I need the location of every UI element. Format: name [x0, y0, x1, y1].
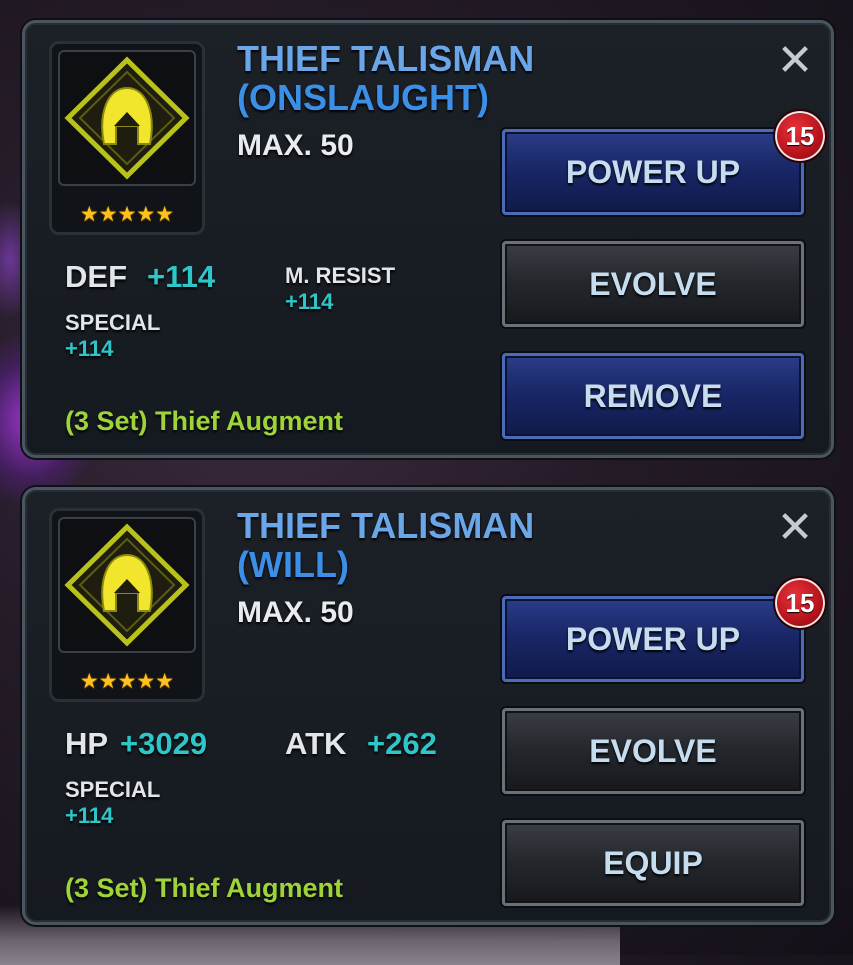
max-level-label: MAX. 50 [237, 129, 354, 162]
item-title: THIEF TALISMAN (ONSLAUGHT) [237, 39, 537, 117]
talisman-card-onslaught: ★★★★★ THIEF TALISMAN (ONSLAUGHT) MAX. 50… [22, 20, 834, 458]
thief-talisman-icon [58, 517, 196, 653]
stat-special-label: SPECIAL [65, 310, 161, 335]
item-title-line1: THIEF TALISMAN [237, 505, 535, 546]
talisman-icon-frame: ★★★★★ [49, 508, 205, 702]
equip-button[interactable]: EQUIP [502, 820, 804, 906]
stat-special-label: SPECIAL [65, 777, 161, 802]
rarity-stars: ★★★★★ [79, 202, 175, 226]
item-title-line2: (ONSLAUGHT) [237, 77, 489, 118]
stat-def-label: DEF [65, 259, 127, 294]
item-title: THIEF TALISMAN (WILL) [237, 506, 537, 584]
talisman-icon-frame: ★★★★★ [49, 41, 205, 235]
stat-hp-label: HP [65, 726, 109, 761]
evolve-button[interactable]: EVOLVE [502, 241, 804, 327]
power-up-count-badge: 15 [773, 576, 827, 630]
item-title-line2: (WILL) [237, 544, 349, 585]
item-title-line1: THIEF TALISMAN [237, 38, 535, 79]
stat-special-value: +114 [65, 803, 114, 828]
stat-atk-value: +262 [367, 726, 437, 761]
power-up-button[interactable]: POWER UP [502, 596, 804, 682]
stat-def-value: +114 [147, 259, 216, 294]
power-up-count-badge: 15 [773, 109, 827, 163]
close-icon[interactable]: ✕ [775, 39, 815, 83]
stat-mresist-value: +114 [285, 289, 334, 314]
evolve-button[interactable]: EVOLVE [502, 708, 804, 794]
stat-mresist-label: M. RESIST [285, 263, 396, 288]
rarity-stars: ★★★★★ [79, 669, 175, 693]
stat-special-value: +114 [65, 336, 114, 361]
max-level-label: MAX. 50 [237, 596, 354, 629]
thief-talisman-icon [58, 50, 196, 186]
remove-button[interactable]: REMOVE [502, 353, 804, 439]
close-icon[interactable]: ✕ [775, 506, 815, 550]
set-bonus-label: (3 Set) Thief Augment [65, 406, 344, 436]
set-bonus-label: (3 Set) Thief Augment [65, 873, 344, 903]
stat-atk-label: ATK [285, 726, 347, 761]
talisman-card-will: ★★★★★ THIEF TALISMAN (WILL) MAX. 50 ✕ HP… [22, 487, 834, 925]
stat-hp-value: +3029 [120, 726, 208, 761]
power-up-button[interactable]: POWER UP [502, 129, 804, 215]
